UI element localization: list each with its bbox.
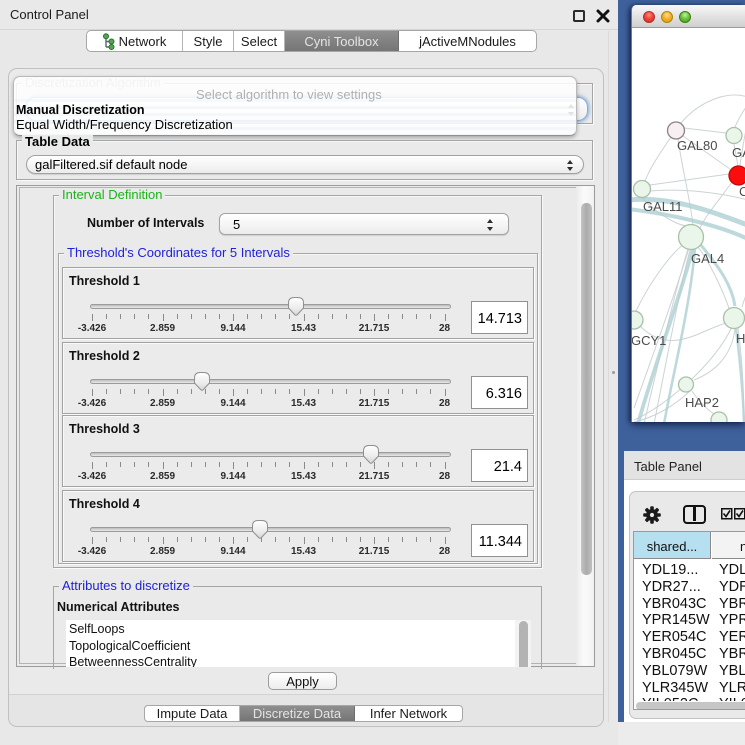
- svg-text:GAL4: GAL4: [691, 251, 724, 266]
- svg-text:GAL80: GAL80: [677, 138, 717, 153]
- svg-text:C: C: [739, 184, 745, 199]
- svg-text:HAP2: HAP2: [685, 395, 719, 410]
- svg-text:GAL11: GAL11: [643, 199, 683, 214]
- svg-text:H: H: [736, 331, 745, 346]
- svg-text:GCY1: GCY1: [632, 333, 666, 348]
- svg-text:GA: GA: [732, 145, 745, 160]
